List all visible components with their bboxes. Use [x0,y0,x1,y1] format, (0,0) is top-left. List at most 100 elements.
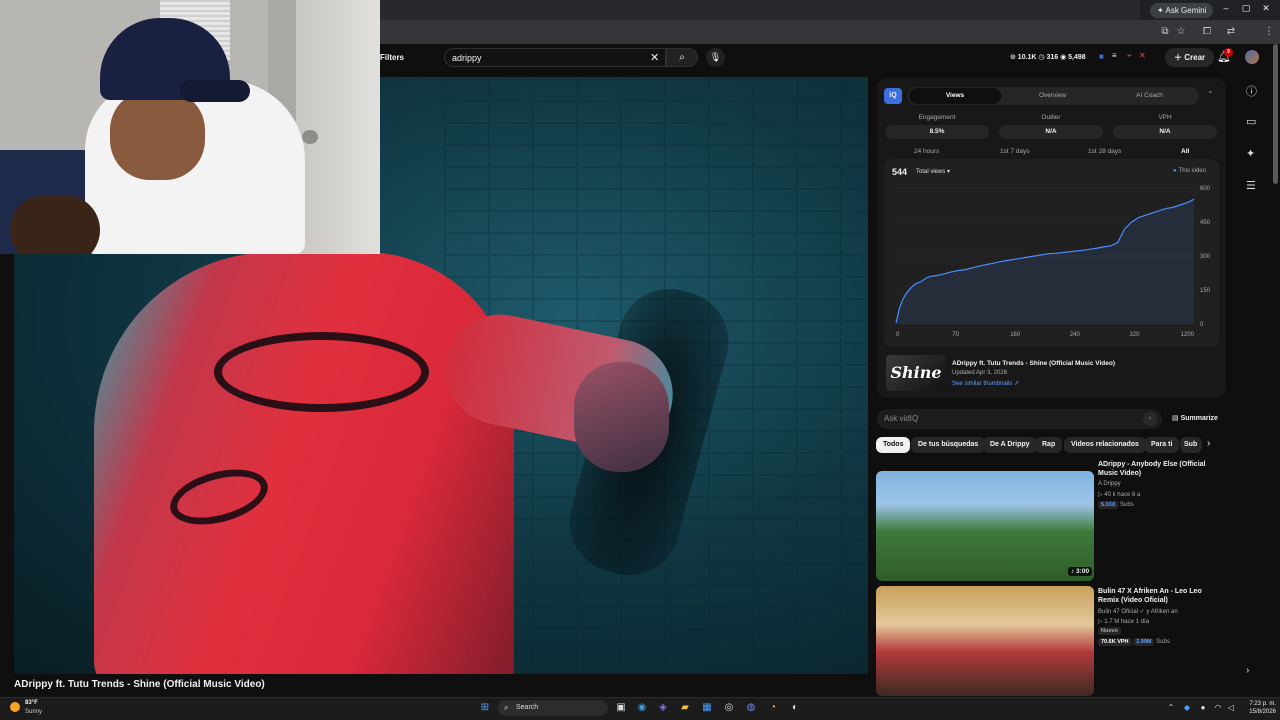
subs-label: Subs [1156,639,1170,645]
comments-icon[interactable]: ▭ [1246,115,1256,128]
voice-search-button[interactable]: 🎙︎ [706,48,725,67]
outlier-label: Outlier [1041,114,1061,121]
edge-icon[interactable]: ◉ [635,701,649,715]
ask-gemini-button[interactable]: ✦ Ask Gemini [1150,3,1214,18]
y-tick-label: 0 [1200,322,1204,328]
chips-next-chevron-icon[interactable]: › [1207,438,1210,449]
wifi-icon[interactable]: ◠ [1211,701,1225,715]
browser-menu-icon[interactable]: ⋮ [1262,26,1276,37]
scrollbar-thumb[interactable] [1273,44,1278,184]
browser-tab-strip [380,0,1140,20]
vph-label: VPH [1158,114,1172,121]
range-24-hours[interactable]: 24 hours [914,148,939,155]
vidiq-extension-icon[interactable]: ■ [1099,52,1104,61]
install-icon[interactable]: ⧉ [1158,26,1172,37]
discord-icon[interactable]: ◍ [744,701,758,715]
video-duration: ♪ 3:00 [1068,567,1093,576]
tab-views[interactable]: Views [909,88,1001,104]
avatar[interactable] [1245,50,1259,64]
summarize-button[interactable]: ▤ Summarize [1172,414,1218,422]
search-input[interactable]: adrippy ✕ [444,48,666,67]
tray-chevron-icon[interactable]: ⌃ [1164,701,1178,715]
tab-overview[interactable]: Overview [1005,88,1100,104]
x-tick-label: 0 [896,332,900,338]
maximize-button[interactable]: ▢ [1236,3,1256,14]
search-button[interactable]: ⌕ [666,48,698,67]
info-icon[interactable]: ⓘ [1246,83,1257,99]
copilot-icon[interactable]: ◈ [656,701,670,715]
related-video-meta: ▷ 40 k hace 6 a [1098,492,1141,498]
task-view-icon[interactable]: ▣ [614,701,628,715]
volume-icon[interactable]: ◁ [1224,701,1238,715]
related-video-thumbnail[interactable] [876,471,1094,581]
performer-hoodie [94,252,514,674]
x-tick-label: 1200 [1181,332,1195,338]
chip-de-tus-busquedas[interactable]: De tus búsquedas [911,437,986,453]
related-video-channel[interactable]: A Drippy [1098,481,1121,487]
app-icon[interactable]: ◎ [722,701,736,715]
tray-app-icon[interactable]: ◆ [1180,701,1194,715]
taskbar-search[interactable]: Search [498,700,608,716]
close-window-button[interactable]: ✕ [1256,3,1276,14]
chrome-icon[interactable]: ◔ [766,701,780,715]
y-tick-label: 600 [1200,186,1211,192]
x-tick-label: 70 [952,332,959,338]
clear-search-icon[interactable]: ✕ [650,51,659,64]
engagement-value: 8.5% [885,125,989,139]
sun-weather-icon[interactable] [10,702,20,712]
sparkle-icon[interactable]: ✦ [1246,147,1255,160]
chip-para-ti[interactable]: Para ti [1144,437,1180,453]
vph-badge: 70.6K VPH [1098,638,1132,646]
obs-icon[interactable]: ◐ [788,701,802,715]
next-chevron-icon[interactable]: › [1246,665,1249,676]
y-tick-label: 300 [1200,254,1211,260]
minimize-button[interactable]: – [1216,3,1236,13]
collapse-chevron-icon[interactable]: ⌃ [1207,90,1214,99]
taskbar-clock[interactable]: 7:23 p. m. 15/8/2026 [1240,700,1276,716]
chip-videos-relacionados[interactable]: Videos relacionados [1064,437,1146,453]
related-video-thumbnail[interactable] [876,586,1094,696]
engagement-label: Engagement [918,114,956,121]
profile-switch-icon[interactable]: ⇄ [1224,26,1238,37]
chip-sub[interactable]: Sub [1180,437,1202,453]
new-badge: Nuevo [1098,627,1121,635]
views-line-chart: 600 450 300 150 0 0 70 160 240 320 1200 [895,186,1211,338]
microphone-icon: 🎙︎ [709,52,722,62]
extensions-icon[interactable]: ⧠ [1200,26,1214,37]
ask-gemini-label: Ask Gemini [1165,6,1207,15]
muted-bell-icon[interactable]: ✕ [1139,51,1146,60]
chart-legend-this-video: This video [1173,168,1206,174]
filters-button[interactable]: Filters [380,53,404,62]
subs-label: Subs [1120,502,1134,508]
ask-vidiq-input[interactable]: Ask vidIQ › [877,409,1162,429]
clock-date: 15/8/2026 [1249,709,1276,715]
current-video-thumbnail[interactable]: Shine [886,355,946,391]
related-video-channel[interactable]: Bulin 47 Oficial ✓ y Afriken an [1098,608,1178,615]
related-video-meta: ▷ 1.7 M hace 1 día [1098,619,1149,625]
range-first-28-days[interactable]: 1st 28 days [1088,148,1121,155]
tray-mic-icon[interactable]: ● [1196,701,1210,715]
pin-icon[interactable]: ⌖ [1127,51,1132,61]
chip-todos[interactable]: Todos [876,437,911,453]
related-video-title[interactable]: ADrippy - Anybody Else (Official Music V… [1098,460,1223,478]
start-windows-icon[interactable]: ⊞ [478,701,492,715]
file-explorer-icon[interactable]: ▰ [678,701,692,715]
series-area-fill [896,199,1194,324]
chip-de-a-drippy[interactable]: De A Drippy [983,437,1037,453]
related-video-badges: 70.6K VPH 2.99M Subs [1098,638,1170,646]
tab-ai-coach[interactable]: AI Coach [1102,88,1197,104]
total-views-dropdown[interactable]: Total views ▾ [912,166,954,178]
chip-rap[interactable]: Rap [1035,437,1063,453]
playlist-icon[interactable]: ☰ [1246,179,1256,192]
create-button[interactable]: ＋ Crear [1165,48,1215,67]
range-first-7-days[interactable]: 1st 7 days [1000,148,1030,155]
store-icon[interactable]: ▦ [700,701,714,715]
list-icon[interactable]: ≡ [1112,51,1117,60]
send-arrow-icon[interactable]: › [1143,412,1157,426]
related-video-title[interactable]: Bulin 47 X Afriken An - Leo Leo Remix (V… [1098,587,1223,605]
notification-count-badge: 9 [1224,48,1233,57]
similar-thumbnails-link[interactable]: See similar thumbnails ↗ [952,380,1019,387]
range-all[interactable]: All [1181,148,1190,160]
weather-temperature[interactable]: 83°F [25,700,38,706]
bookmark-star-icon[interactable]: ☆ [1174,26,1188,37]
